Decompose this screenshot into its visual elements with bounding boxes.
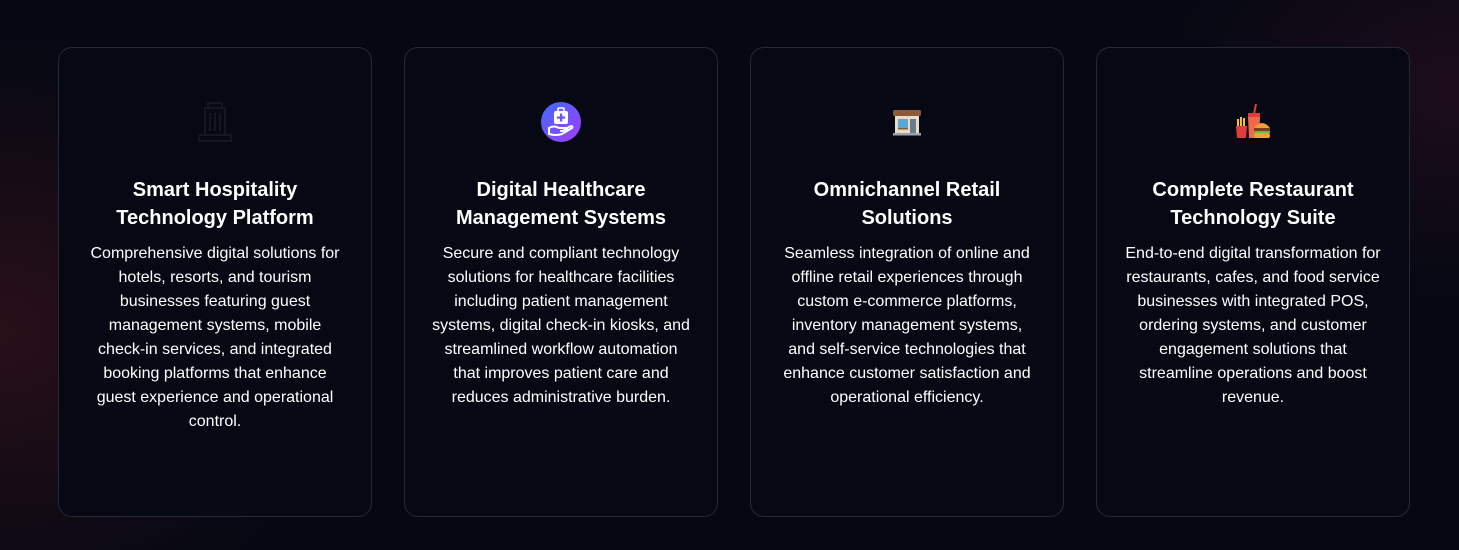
- card-title: Smart Hospitality Technology Platform: [116, 179, 314, 229]
- card-description: End-to-end digital transformation for re…: [1125, 245, 1381, 406]
- hospitality-card: Smart Hospitality Technology Platform Co…: [58, 47, 372, 517]
- industry-cards-grid: Smart Hospitality Technology Platform Co…: [58, 47, 1410, 517]
- card-description: Seamless integration of online and offli…: [783, 245, 1031, 406]
- hotel-building-icon: [191, 100, 239, 144]
- card-title: Omnichannel Retail Solutions: [813, 179, 1001, 229]
- restaurant-card: Complete Restaurant Technology Suite End…: [1096, 47, 1410, 517]
- fast-food-icon: [1229, 100, 1277, 144]
- card-description: Comprehensive digital solutions for hote…: [90, 245, 340, 430]
- medical-care-icon: [537, 100, 585, 144]
- card-title: Digital Healthcare Management Systems: [455, 179, 667, 229]
- storefront-icon: [883, 100, 931, 144]
- card-description: Secure and compliant technology solution…: [432, 245, 690, 406]
- retail-card: Omnichannel Retail Solutions Seamless in…: [750, 47, 1064, 517]
- card-title: Complete Restaurant Technology Suite: [1152, 179, 1354, 229]
- healthcare-card: Digital Healthcare Management Systems Se…: [404, 47, 718, 517]
